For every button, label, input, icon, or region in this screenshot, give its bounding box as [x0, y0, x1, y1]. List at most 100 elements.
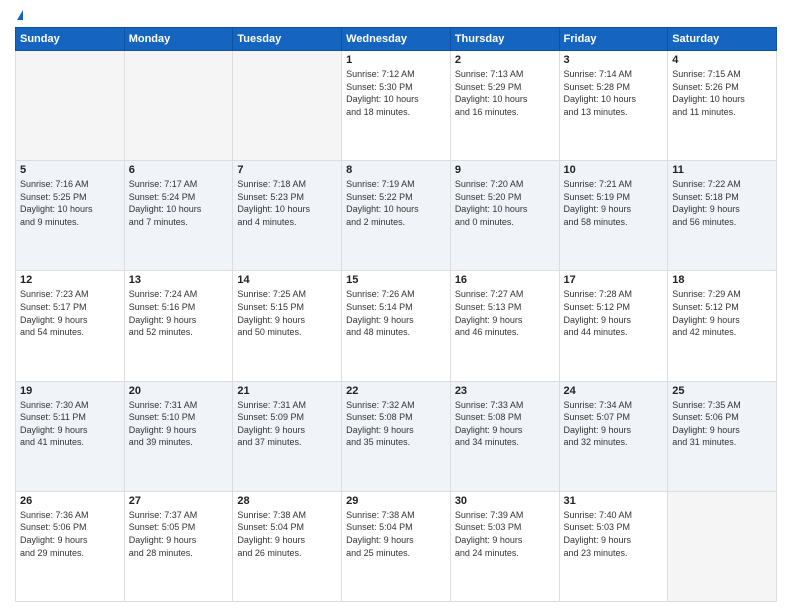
day-info: Sunrise: 7:21 AM Sunset: 5:19 PM Dayligh…: [564, 178, 664, 228]
day-number: 25: [672, 385, 772, 397]
day-info: Sunrise: 7:38 AM Sunset: 5:04 PM Dayligh…: [237, 509, 337, 559]
calendar-cell: 6 Sunrise: 7:17 AM Sunset: 5:24 PM Daylig…: [124, 161, 233, 271]
day-info: Sunrise: 7:16 AM Sunset: 5:25 PM Dayligh…: [20, 178, 120, 228]
day-info: Sunrise: 7:31 AM Sunset: 5:09 PM Dayligh…: [237, 399, 337, 449]
day-info: Sunrise: 7:19 AM Sunset: 5:22 PM Dayligh…: [346, 178, 446, 228]
calendar-cell: 31 Sunrise: 7:40 AM Sunset: 5:03 PM Dayli…: [559, 491, 668, 601]
day-number: 20: [129, 385, 229, 397]
day-number: 2: [455, 54, 555, 66]
calendar-week-row: 12 Sunrise: 7:23 AM Sunset: 5:17 PM Dayli…: [16, 271, 777, 381]
day-info: Sunrise: 7:17 AM Sunset: 5:24 PM Dayligh…: [129, 178, 229, 228]
calendar-cell: 27 Sunrise: 7:37 AM Sunset: 5:05 PM Dayli…: [124, 491, 233, 601]
day-info: Sunrise: 7:27 AM Sunset: 5:13 PM Dayligh…: [455, 288, 555, 338]
day-number: 19: [20, 385, 120, 397]
calendar-cell: 18 Sunrise: 7:29 AM Sunset: 5:12 PM Dayli…: [668, 271, 777, 381]
calendar-table: SundayMondayTuesdayWednesdayThursdayFrid…: [15, 27, 777, 602]
calendar-cell: 29 Sunrise: 7:38 AM Sunset: 5:04 PM Dayli…: [342, 491, 451, 601]
day-number: 6: [129, 164, 229, 176]
calendar-cell: 9 Sunrise: 7:20 AM Sunset: 5:20 PM Daylig…: [450, 161, 559, 271]
calendar-week-row: 19 Sunrise: 7:30 AM Sunset: 5:11 PM Dayli…: [16, 381, 777, 491]
day-info: Sunrise: 7:37 AM Sunset: 5:05 PM Dayligh…: [129, 509, 229, 559]
day-number: 27: [129, 495, 229, 507]
day-info: Sunrise: 7:30 AM Sunset: 5:11 PM Dayligh…: [20, 399, 120, 449]
calendar-day-header: Wednesday: [342, 28, 451, 51]
day-number: 4: [672, 54, 772, 66]
logo: [15, 10, 23, 21]
calendar-day-header: Thursday: [450, 28, 559, 51]
calendar-cell: 13 Sunrise: 7:24 AM Sunset: 5:16 PM Dayli…: [124, 271, 233, 381]
logo-arrow-icon: [17, 10, 23, 20]
day-number: 10: [564, 164, 664, 176]
calendar-header-row: SundayMondayTuesdayWednesdayThursdayFrid…: [16, 28, 777, 51]
page: SundayMondayTuesdayWednesdayThursdayFrid…: [0, 0, 792, 612]
day-info: Sunrise: 7:29 AM Sunset: 5:12 PM Dayligh…: [672, 288, 772, 338]
day-info: Sunrise: 7:13 AM Sunset: 5:29 PM Dayligh…: [455, 68, 555, 118]
day-number: 29: [346, 495, 446, 507]
calendar-day-header: Tuesday: [233, 28, 342, 51]
calendar-cell: 30 Sunrise: 7:39 AM Sunset: 5:03 PM Dayli…: [450, 491, 559, 601]
day-info: Sunrise: 7:38 AM Sunset: 5:04 PM Dayligh…: [346, 509, 446, 559]
calendar-day-header: Friday: [559, 28, 668, 51]
day-info: Sunrise: 7:39 AM Sunset: 5:03 PM Dayligh…: [455, 509, 555, 559]
calendar-cell: 1 Sunrise: 7:12 AM Sunset: 5:30 PM Daylig…: [342, 51, 451, 161]
calendar-cell: [668, 491, 777, 601]
day-info: Sunrise: 7:23 AM Sunset: 5:17 PM Dayligh…: [20, 288, 120, 338]
day-number: 31: [564, 495, 664, 507]
calendar-cell: 28 Sunrise: 7:38 AM Sunset: 5:04 PM Dayli…: [233, 491, 342, 601]
day-info: Sunrise: 7:40 AM Sunset: 5:03 PM Dayligh…: [564, 509, 664, 559]
calendar-cell: 19 Sunrise: 7:30 AM Sunset: 5:11 PM Dayli…: [16, 381, 125, 491]
calendar-cell: [124, 51, 233, 161]
calendar-cell: 25 Sunrise: 7:35 AM Sunset: 5:06 PM Dayli…: [668, 381, 777, 491]
day-number: 26: [20, 495, 120, 507]
calendar-cell: 3Sunrise: 7:14 AM Sunset: 5:28 PM Daylig…: [559, 51, 668, 161]
day-number: 28: [237, 495, 337, 507]
day-number: 7: [237, 164, 337, 176]
day-info: Sunrise: 7:18 AM Sunset: 5:23 PM Dayligh…: [237, 178, 337, 228]
calendar-cell: 22Sunrise: 7:32 AM Sunset: 5:08 PM Dayli…: [342, 381, 451, 491]
day-info: Sunrise: 7:24 AM Sunset: 5:16 PM Dayligh…: [129, 288, 229, 338]
calendar-day-header: Monday: [124, 28, 233, 51]
day-number: 8: [346, 164, 446, 176]
day-number: 15: [346, 274, 446, 286]
calendar-cell: 24 Sunrise: 7:34 AM Sunset: 5:07 PM Dayli…: [559, 381, 668, 491]
calendar-cell: 8 Sunrise: 7:19 AM Sunset: 5:22 PM Daylig…: [342, 161, 451, 271]
header: [15, 10, 777, 21]
day-info: Sunrise: 7:20 AM Sunset: 5:20 PM Dayligh…: [455, 178, 555, 228]
day-number: 11: [672, 164, 772, 176]
calendar-cell: 17Sunrise: 7:28 AM Sunset: 5:12 PM Dayli…: [559, 271, 668, 381]
day-info: Sunrise: 7:34 AM Sunset: 5:07 PM Dayligh…: [564, 399, 664, 449]
day-number: 30: [455, 495, 555, 507]
calendar-day-header: Sunday: [16, 28, 125, 51]
calendar-cell: 4Sunrise: 7:15 AM Sunset: 5:26 PM Daylig…: [668, 51, 777, 161]
day-info: Sunrise: 7:33 AM Sunset: 5:08 PM Dayligh…: [455, 399, 555, 449]
day-info: Sunrise: 7:32 AM Sunset: 5:08 PM Dayligh…: [346, 399, 446, 449]
day-number: 24: [564, 385, 664, 397]
calendar-cell: 23Sunrise: 7:33 AM Sunset: 5:08 PM Dayli…: [450, 381, 559, 491]
day-info: Sunrise: 7:25 AM Sunset: 5:15 PM Dayligh…: [237, 288, 337, 338]
day-info: Sunrise: 7:14 AM Sunset: 5:28 PM Dayligh…: [564, 68, 664, 118]
day-number: 9: [455, 164, 555, 176]
day-info: Sunrise: 7:22 AM Sunset: 5:18 PM Dayligh…: [672, 178, 772, 228]
day-info: Sunrise: 7:12 AM Sunset: 5:30 PM Dayligh…: [346, 68, 446, 118]
day-number: 18: [672, 274, 772, 286]
day-info: Sunrise: 7:35 AM Sunset: 5:06 PM Dayligh…: [672, 399, 772, 449]
calendar-day-header: Saturday: [668, 28, 777, 51]
day-number: 1: [346, 54, 446, 66]
calendar-week-row: 1 Sunrise: 7:12 AM Sunset: 5:30 PM Daylig…: [16, 51, 777, 161]
calendar-cell: 21 Sunrise: 7:31 AM Sunset: 5:09 PM Dayli…: [233, 381, 342, 491]
day-number: 12: [20, 274, 120, 286]
calendar-cell: [16, 51, 125, 161]
calendar-cell: 12 Sunrise: 7:23 AM Sunset: 5:17 PM Dayli…: [16, 271, 125, 381]
calendar-cell: 10 Sunrise: 7:21 AM Sunset: 5:19 PM Dayli…: [559, 161, 668, 271]
calendar-cell: 2 Sunrise: 7:13 AM Sunset: 5:29 PM Daylig…: [450, 51, 559, 161]
day-number: 13: [129, 274, 229, 286]
calendar-cell: 7 Sunrise: 7:18 AM Sunset: 5:23 PM Daylig…: [233, 161, 342, 271]
calendar-week-row: 5Sunrise: 7:16 AM Sunset: 5:25 PM Daylig…: [16, 161, 777, 271]
calendar-cell: 11 Sunrise: 7:22 AM Sunset: 5:18 PM Dayli…: [668, 161, 777, 271]
day-number: 16: [455, 274, 555, 286]
day-number: 14: [237, 274, 337, 286]
day-number: 21: [237, 385, 337, 397]
calendar-cell: 16 Sunrise: 7:27 AM Sunset: 5:13 PM Dayli…: [450, 271, 559, 381]
calendar-cell: 14 Sunrise: 7:25 AM Sunset: 5:15 PM Dayli…: [233, 271, 342, 381]
calendar-cell: 20Sunrise: 7:31 AM Sunset: 5:10 PM Dayli…: [124, 381, 233, 491]
